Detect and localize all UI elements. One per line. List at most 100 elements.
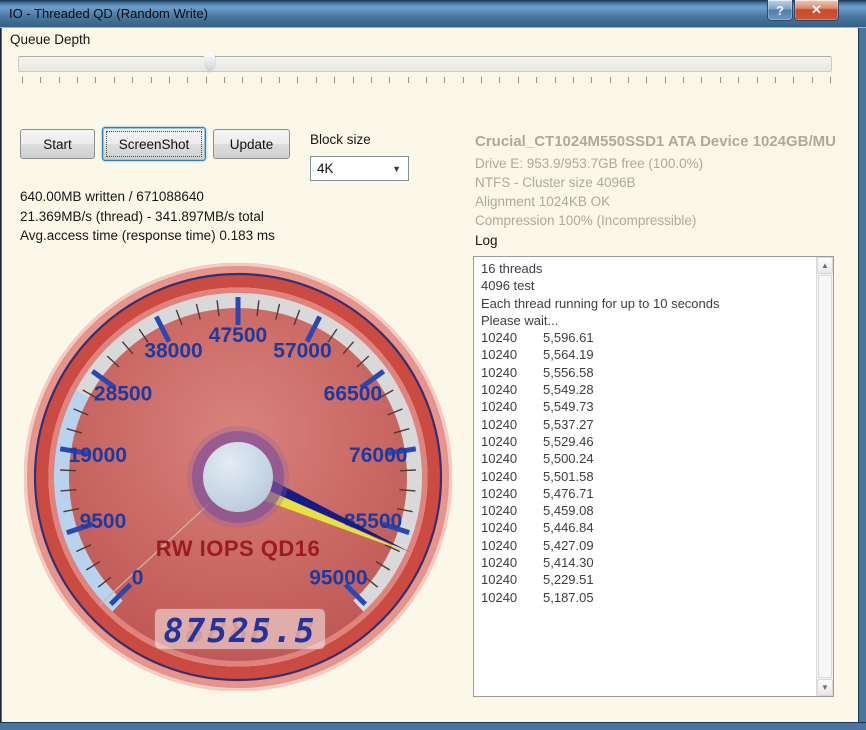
log-line[interactable]: 10240 5,549.28 [481,381,815,398]
log-line[interactable]: 10240 5,187.05 [481,589,815,606]
gauge-tick-label: 76000 [349,444,407,467]
log-iops: 5,529.46 [543,433,594,449]
block-size-dropdown[interactable]: 4K ▼ [310,156,409,181]
log-bytes: 10240 [481,589,518,605]
iops-gauge: 0 9500 19000 28500 38000 47500 57000 66500 76000… [24,263,452,691]
slider-tick [334,77,336,83]
log-iops: 5,229.51 [543,572,594,588]
log-bytes: 10240 [481,399,518,415]
log-bytes: 10240 [481,485,518,501]
slider-tick [370,77,372,83]
slider-tick [793,77,795,83]
slider-tick [242,77,244,83]
log-line[interactable]: 10240 5,564.19 [481,346,815,363]
slider-tick [591,77,593,83]
gauge-hub [203,442,273,512]
window-frame-bottom [0,722,866,730]
block-size-value: 4K [317,161,334,176]
close-icon: ✕ [811,2,822,17]
log-line[interactable]: 10240 5,556.58 [481,364,815,381]
gauge-title: RW IOPS QD16 [156,536,321,561]
chevron-down-icon: ▼ [392,163,401,174]
gauge-minor-tick [399,469,416,472]
slider-tick [628,77,629,83]
log-line[interactable]: 10240 5,446.84 [481,519,815,536]
screenshot-button[interactable]: ScreenShot [102,127,206,161]
log-line[interactable]: 10240 5,537.27 [481,416,815,433]
slider-tick [168,77,170,83]
gauge-tick-label: 28500 [94,383,152,406]
log-iops: 5,500.24 [543,451,594,467]
log-line[interactable]: 10240 5,427.09 [481,537,815,554]
log-line[interactable]: 10240 5,500.24 [481,450,815,467]
slider-tick [352,77,354,83]
log-bytes: 10240 [481,416,518,432]
slider-tick [683,77,685,83]
slider-tick [205,77,207,83]
log-bytes: 10240 [481,330,518,346]
log-listbox[interactable]: 16 threads 4096 test Each thread running f… [473,256,834,697]
slider-tick [646,77,648,83]
queue-depth-slider-ticks [0,77,866,84]
gauge-tick-label: 38000 [144,339,202,362]
slider-tick [315,77,317,83]
log-line[interactable]: 10240 5,414.30 [481,554,815,571]
update-button[interactable]: Update [213,129,290,159]
slider-tick [738,77,740,83]
scroll-up-button[interactable]: ▲ [817,257,833,274]
log-iops: 5,537.27 [543,416,594,432]
log-line[interactable]: 16 threads [481,260,815,277]
window-frame-right [858,28,866,730]
slider-tick [150,77,152,83]
log-bytes: 10240 [481,520,518,536]
log-line[interactable]: 10240 5,459.08 [481,502,815,519]
log-iops: 5,549.28 [543,382,594,398]
log-line[interactable]: 10240 5,596.61 [481,329,815,346]
log-line[interactable]: 10240 5,549.73 [481,398,815,415]
log-line[interactable]: Please wait... [481,312,815,329]
help-button[interactable]: ? [767,0,793,21]
log-iops: 5,187.05 [543,589,594,605]
device-title: Crucial_CT1024M550SSD1 ATA Device 1024GB… [475,133,836,150]
device-compression-line: Compression 100% (Incompressible) [475,213,697,228]
log-scrollbar[interactable]: ▲ ▼ [816,257,833,696]
log-iops: 5,427.09 [543,537,594,553]
slider-tick [811,77,813,83]
log-bytes: 10240 [481,433,518,449]
queue-depth-label: Queue Depth [10,32,91,47]
log-bytes: 10240 [481,382,518,398]
log-line[interactable]: 10240 5,476.71 [481,485,815,502]
log-line[interactable]: 10240 5,229.51 [481,571,815,588]
queue-depth-slider-track[interactable] [18,56,832,72]
gauge-tick-label: 9500 [80,510,127,533]
slider-tick [95,77,97,83]
log-iops: 5,549.73 [543,399,594,415]
log-line[interactable]: Each thread running for up to 10 seconds [481,295,815,312]
close-button[interactable]: ✕ [794,0,839,21]
io-benchmark-window: { "window": { "title": "IO - Threaded QD… [0,0,866,730]
gauge-tick-label: 19000 [69,444,127,467]
title-bar[interactable]: IO - Threaded QD (Random Write) ? ✕ [0,0,866,28]
log-line[interactable]: 10240 5,529.46 [481,433,815,450]
scrollbar-thumb[interactable] [818,275,832,678]
gauge-tick-label: 0 [132,566,144,589]
start-button[interactable]: Start [20,129,95,159]
gauge-tick-label: 57000 [273,339,331,362]
slider-tick [444,77,446,83]
scroll-down-icon: ▼ [821,683,829,692]
help-icon: ? [776,2,784,18]
log-line[interactable]: 4096 test [481,277,815,294]
scroll-down-button[interactable]: ▼ [817,679,833,696]
slider-tick [22,77,23,83]
log-iops: 5,564.19 [543,347,594,363]
device-alignment-line: Alignment 1024KB OK [475,194,611,209]
block-size-label: Block size [310,132,371,147]
window-frame-left [0,28,2,730]
slider-tick [701,77,703,83]
log-line[interactable]: 10240 5,501.58 [481,468,815,485]
slider-tick [609,77,611,83]
slider-tick [77,77,79,83]
log-iops: 5,501.58 [543,468,594,484]
slider-tick [40,77,42,83]
lcd-value: 87525.5 [163,611,316,650]
